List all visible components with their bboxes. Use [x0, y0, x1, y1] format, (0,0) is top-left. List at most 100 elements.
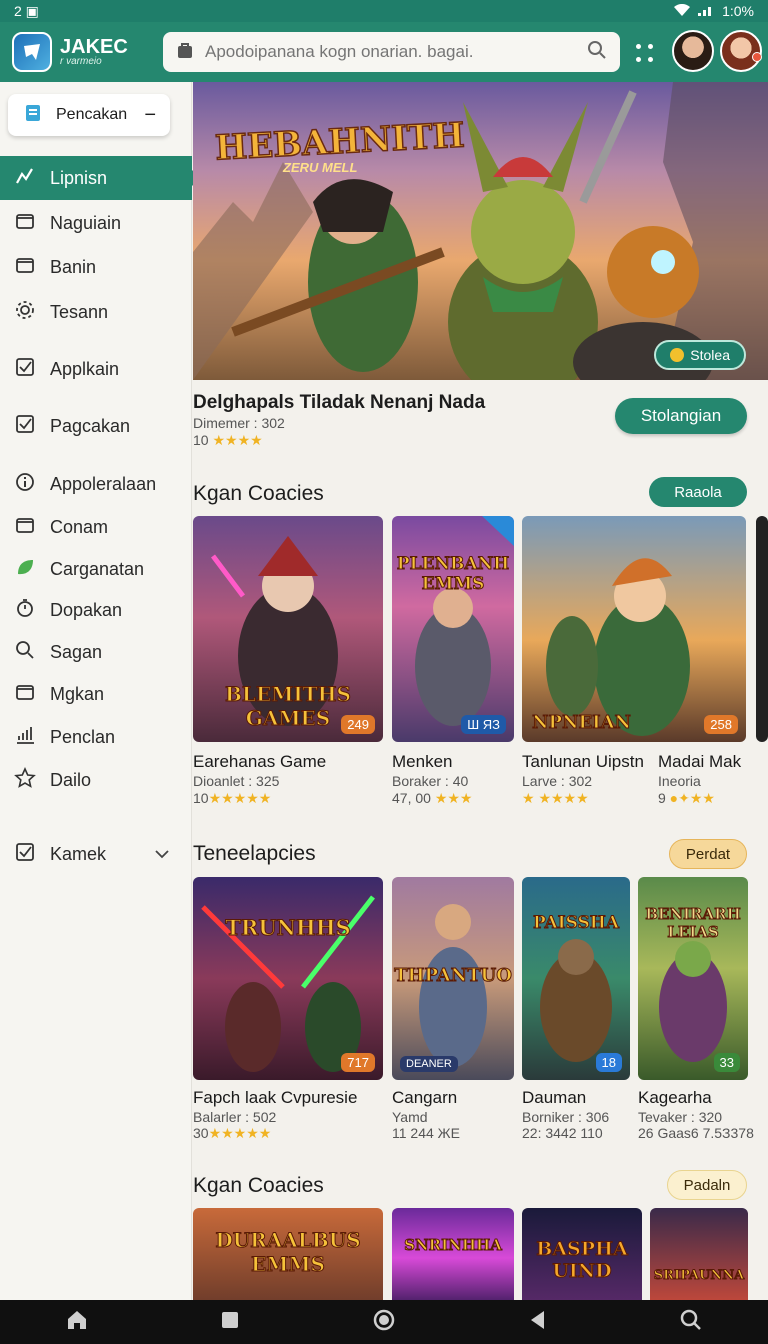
- search-input[interactable]: [205, 42, 576, 62]
- sidebar-item-mgkan[interactable]: Mgkan: [0, 672, 192, 716]
- battery-text: 1:0%: [722, 3, 754, 19]
- section-button[interactable]: Raaola: [649, 477, 747, 507]
- game-meta: Borniker : 306: [522, 1109, 610, 1125]
- game-art: PLENBANH EMMS Ш ЯЗ: [392, 516, 514, 742]
- game-card[interactable]: PAISSHA 18 Dauman Borniker : 306 22: 344…: [522, 877, 630, 1147]
- game-rating: 22: 3442 110: [522, 1125, 603, 1141]
- hero-pill-label: Stolea: [690, 347, 730, 363]
- sidebar-item-pagcakan[interactable]: Pagcakan: [0, 404, 192, 448]
- game-card[interactable]: BENIRARH LEIAS 33 Kagearha Tevaker : 320…: [638, 877, 754, 1147]
- game-card[interactable]: DURAALBUS EMMS: [193, 1208, 383, 1300]
- game-card[interactable]: PLENBANH EMMS Ш ЯЗ Menken Boraker : 40 4…: [392, 516, 514, 816]
- game-meta: Balarler : 502: [193, 1109, 277, 1125]
- sidebar-item-dopakan[interactable]: Dopakan: [0, 588, 192, 632]
- rating-value: 10: [193, 432, 209, 448]
- sidebar-item-label: Tesann: [50, 301, 109, 322]
- document-icon: [22, 102, 44, 129]
- sidebar-item-label: Kamek: [50, 843, 107, 864]
- sidebar-item-label: Dailo: [50, 769, 92, 790]
- bar-chart-icon: [14, 724, 36, 751]
- game-card[interactable]: BLEMITHS GAMES 249 Earehanas Game Dioanl…: [193, 516, 383, 816]
- game-title: Madai Mak: [658, 752, 742, 771]
- sidebar-item-label: Penclan: [50, 726, 116, 747]
- featured-rating: 10 ★★★★: [193, 432, 263, 449]
- sidebar-top-button[interactable]: Pencakan −: [8, 94, 170, 136]
- minus-icon: −: [144, 103, 156, 126]
- section-button[interactable]: Perdat: [669, 839, 747, 869]
- game-tag: Ш ЯЗ: [461, 715, 506, 734]
- sidebar-item-label: Sagan: [50, 641, 103, 662]
- avatar[interactable]: [720, 30, 762, 72]
- game-card[interactable]: Madai Mak Ineoria 9 ●✦★★: [658, 516, 768, 816]
- mech-art: [540, 939, 612, 1062]
- section-title: Kgan Coacies: [193, 1174, 324, 1197]
- sidebar-item-banin[interactable]: Banin: [0, 245, 192, 289]
- sidebar-item-carganatan[interactable]: Carganatan: [0, 547, 192, 591]
- game-art: PAISSHA 18: [522, 877, 630, 1080]
- game-art: THPANTUO DEANER: [392, 877, 514, 1080]
- chevron-down-icon[interactable]: [154, 846, 170, 862]
- section-button[interactable]: Padaln: [667, 1170, 747, 1200]
- sidebar-item-sagan[interactable]: Sagan: [0, 630, 192, 674]
- main-content: HEBAHNITH ZERU MELL Stolea Delghapals Ti…: [193, 82, 768, 1300]
- game-card[interactable]: THPANTUO DEANER Cangarn Yamd 11 244 ЖЕ: [392, 877, 514, 1147]
- game-title: Fapch laak Cvpuresie: [193, 1088, 358, 1107]
- system-nav-bar: [0, 1300, 768, 1344]
- game-meta: Boraker : 40: [392, 773, 469, 789]
- sidebar-item-penclan[interactable]: Penclan: [0, 715, 192, 759]
- game-card[interactable]: TRUNHHS 717 Fapch laak Cvpuresie Balarle…: [193, 877, 383, 1147]
- sidebar-item-naguiain[interactable]: Naguiain: [0, 201, 192, 245]
- sidebar-item-lipnisn[interactable]: Lipnisn: [0, 156, 200, 200]
- game-card[interactable]: SRIPAUNNA: [650, 1208, 748, 1300]
- search-bar[interactable]: [163, 32, 620, 72]
- game-card[interactable]: SNRINHHA: [392, 1208, 514, 1300]
- back-icon[interactable]: [526, 1308, 550, 1337]
- sidebar-item-applkain[interactable]: Applkain: [0, 347, 192, 391]
- hero-banner[interactable]: HEBAHNITH ZERU MELL Stolea: [193, 82, 768, 380]
- stars-icon: ★★★: [430, 790, 473, 806]
- search-icon[interactable]: [679, 1308, 703, 1337]
- sidebar-item-label: Carganatan: [50, 558, 145, 579]
- game-tag: 717: [341, 1053, 375, 1072]
- game-meta: Tevaker : 320: [638, 1109, 723, 1125]
- stars-icon: ●✦★★: [665, 790, 715, 806]
- sidebar-item-tesann[interactable]: Tesann: [0, 290, 192, 334]
- sidebar-item-dailo[interactable]: Dailo: [0, 758, 192, 802]
- stars-icon: ★ ★★★★: [522, 790, 589, 806]
- game-title: Tanlunan Uipstn: [522, 752, 644, 771]
- game-art-title: BASPHA UIND: [536, 1238, 629, 1283]
- featured-button[interactable]: Stolangian: [615, 398, 747, 434]
- game-art-title: TRUNHHS: [225, 915, 351, 941]
- game-art: BENIRARH LEIAS 33: [638, 877, 748, 1080]
- avatar[interactable]: [672, 30, 714, 72]
- game-art-title: THPANTUO: [394, 965, 513, 987]
- info-icon: [14, 471, 36, 498]
- sidebar-item-label: Appoleralaan: [50, 473, 157, 494]
- bag-icon: [175, 40, 195, 65]
- sidebar-top-label: Pencakan: [56, 106, 128, 123]
- folder-icon: [14, 681, 36, 708]
- apps-grid-icon[interactable]: [636, 44, 656, 64]
- hero-pill-button[interactable]: Stolea: [654, 340, 746, 370]
- game-art: SNRINHHA: [392, 1208, 514, 1300]
- app-logo[interactable]: JAKEC r varmeio: [12, 32, 128, 72]
- circle-icon[interactable]: [372, 1308, 396, 1337]
- sidebar-item-label: Dopakan: [50, 599, 123, 620]
- sidebar-item-label: Applkain: [50, 358, 120, 379]
- sidebar-item-kamek[interactable]: Kamek: [0, 832, 192, 876]
- game-art-title: BENIRARH LEIAS: [645, 905, 742, 942]
- game-title: Kagearha: [638, 1088, 712, 1107]
- rating-value: 9: [658, 790, 666, 806]
- square-icon[interactable]: [218, 1308, 242, 1337]
- timer-icon: [14, 597, 36, 624]
- status-bar: 2 ▣ 1:0%: [0, 0, 768, 22]
- game-card[interactable]: BASPHA UIND: [522, 1208, 642, 1300]
- sidebar-item-conam[interactable]: Conam: [0, 505, 192, 549]
- sidebar-item-appoleralaan[interactable]: Appoleralaan: [0, 462, 192, 506]
- search-icon[interactable]: [586, 39, 608, 66]
- game-art-title: PLENBANH EMMS: [396, 554, 510, 595]
- game-title: Dauman: [522, 1088, 587, 1107]
- home-icon[interactable]: [65, 1308, 89, 1337]
- wifi-icon: [674, 3, 691, 19]
- game-art-title: SRIPAUNNA: [653, 1268, 745, 1284]
